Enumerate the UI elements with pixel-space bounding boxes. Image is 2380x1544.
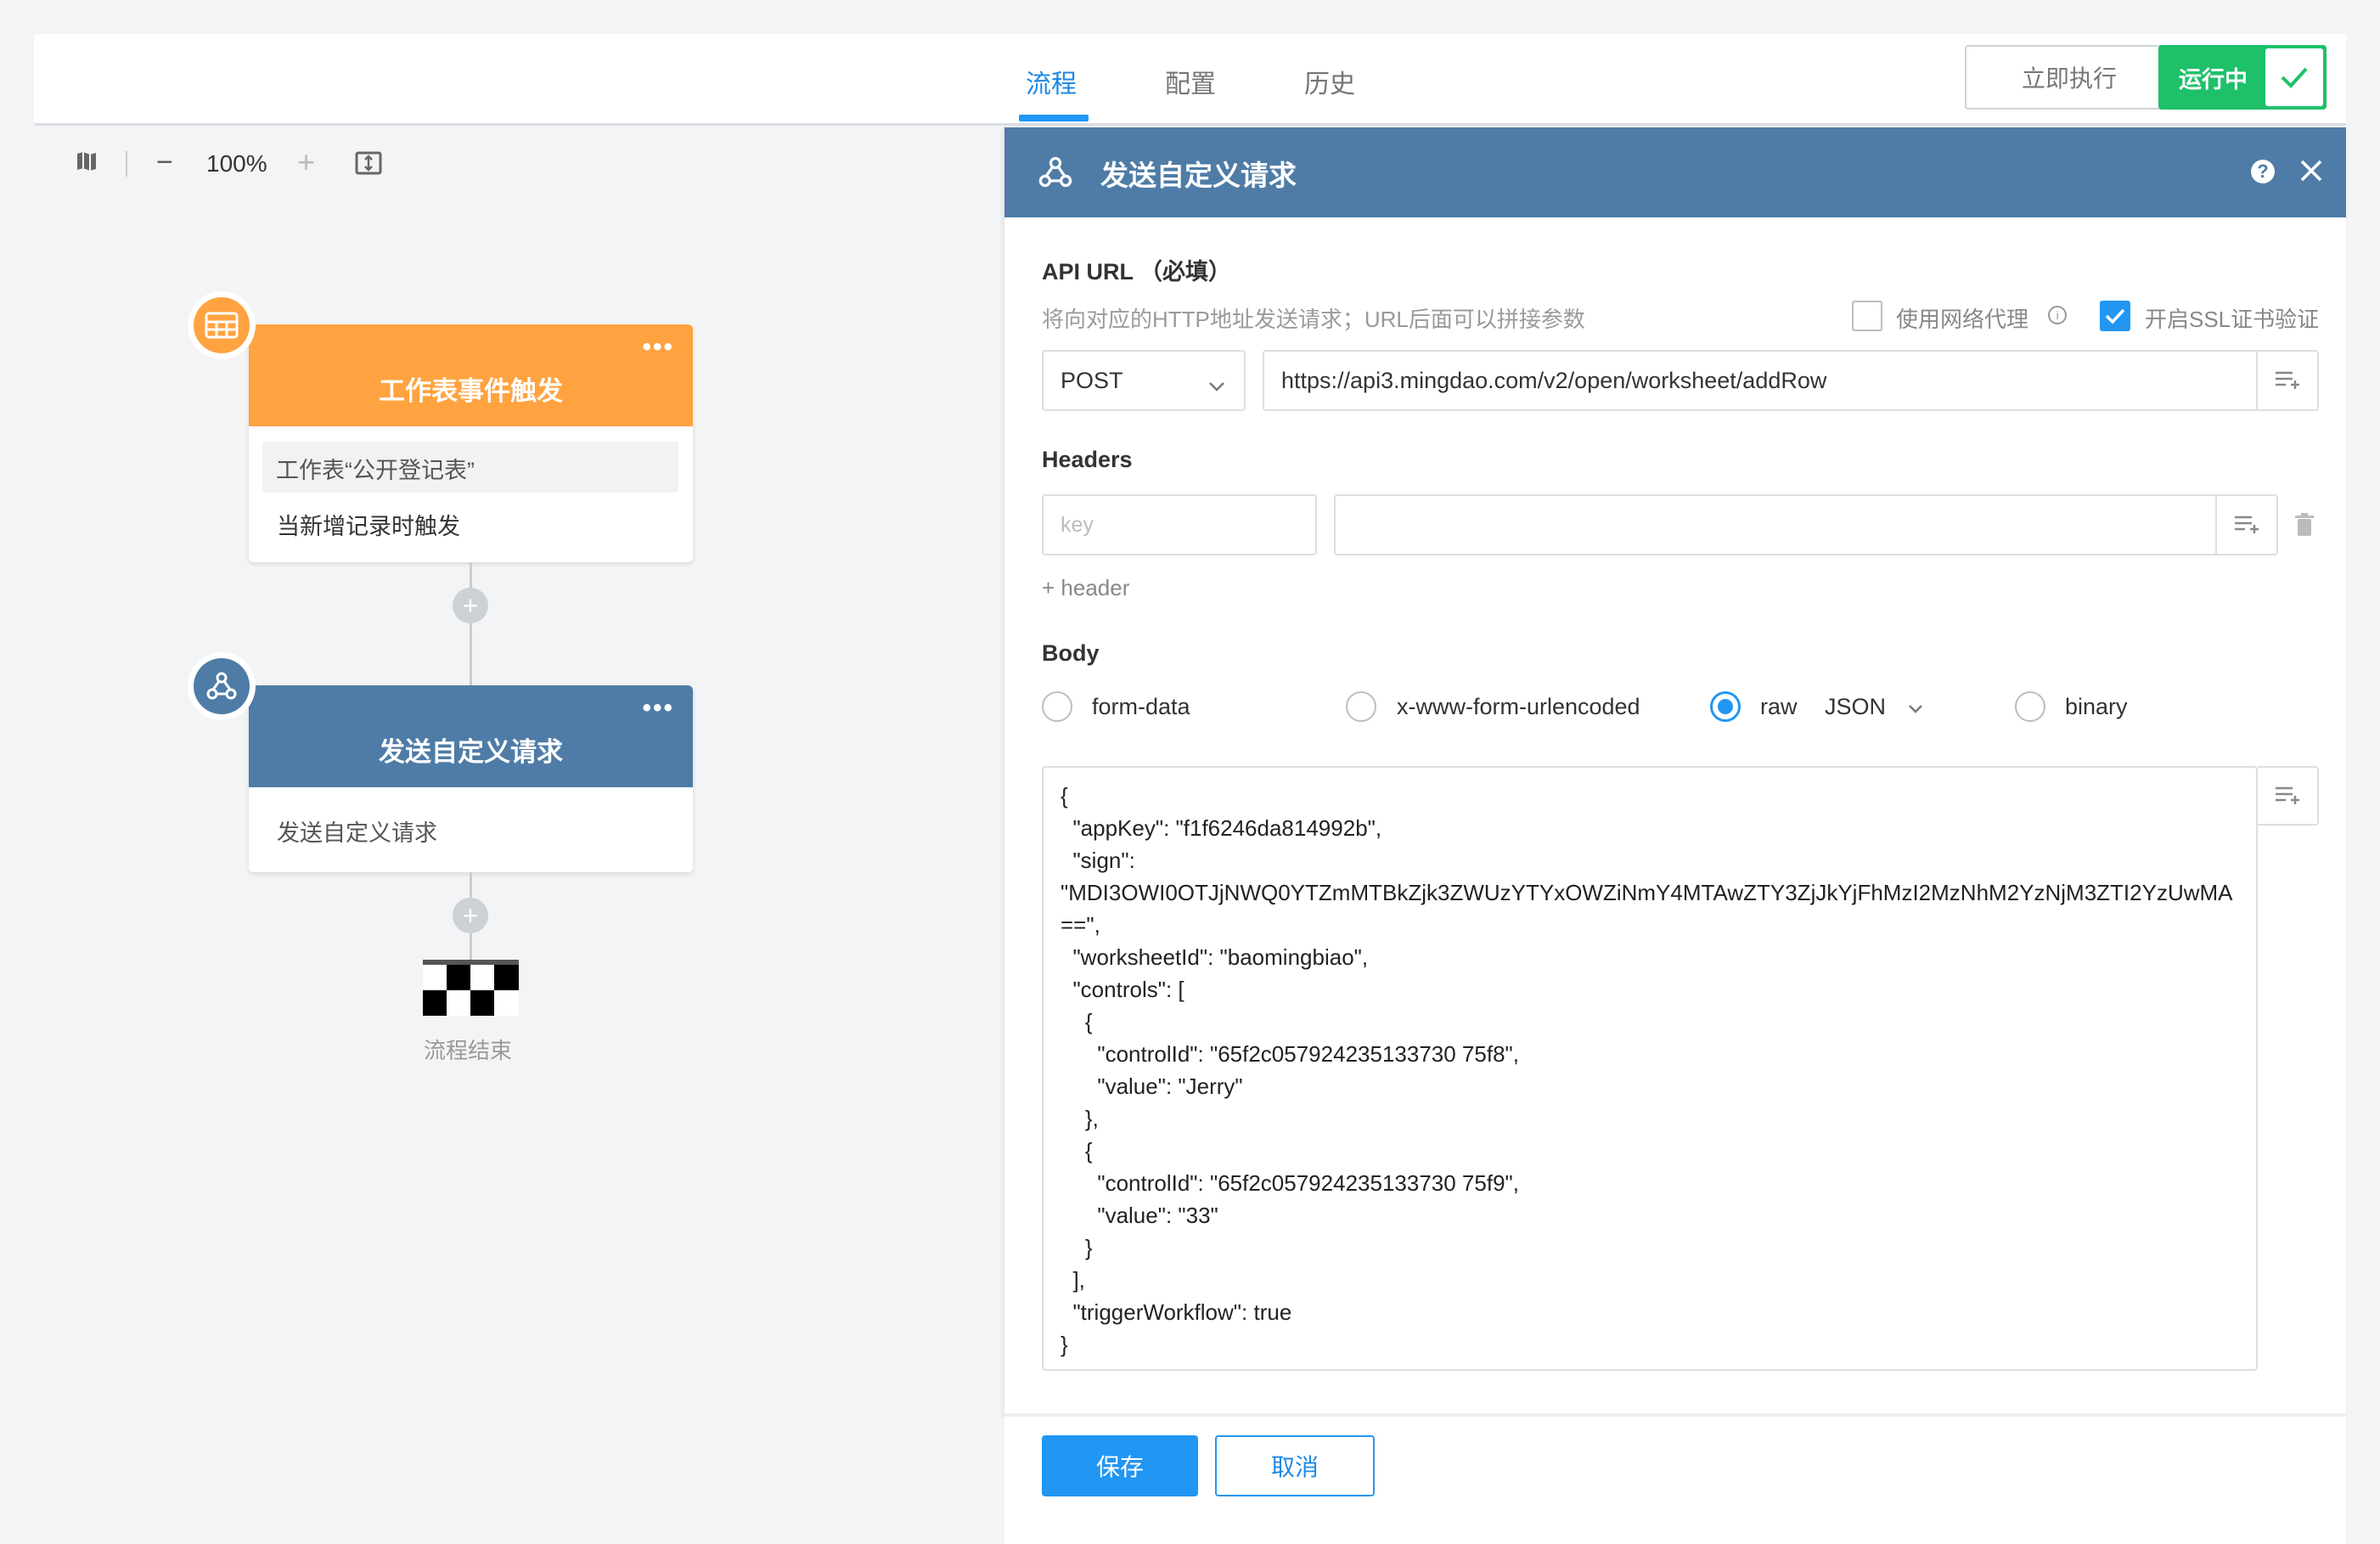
trigger-node-title: 工作表事件触发 <box>379 375 563 406</box>
method-select[interactable]: POST <box>1042 350 1246 411</box>
add-node-plus-icon[interactable]: + <box>453 898 488 933</box>
chevron-down-icon <box>1208 372 1225 398</box>
tab-flow[interactable]: 流程 <box>1026 63 1077 100</box>
raw-label: raw <box>1760 694 1798 719</box>
webhook-icon <box>1037 154 1074 195</box>
running-status-label: 运行中 <box>2179 66 2248 93</box>
request-node-desc: 发送自定义请求 <box>277 820 437 846</box>
save-button[interactable]: 保存 <box>1042 1435 1198 1496</box>
body-editor[interactable]: { "appKey": "f1f6246da814992b", "sign": … <box>1042 766 2258 1371</box>
info-icon[interactable]: i <box>2048 306 2067 324</box>
api-url-hint: 将向对应的HTTP地址发送请求；URL后面可以拼接参数 <box>1042 307 1585 332</box>
radio-raw[interactable] <box>1710 691 1741 722</box>
insert-field-icon[interactable] <box>2258 766 2319 826</box>
trigger-node[interactable]: 工作表事件触发 ••• 工作表“公开登记表” 当新增记录时触发 <box>249 324 693 562</box>
proxy-checkbox[interactable] <box>1852 301 1882 331</box>
add-node-plus-icon[interactable]: + <box>453 588 488 623</box>
add-header-link[interactable]: + header <box>1042 575 1129 601</box>
body-label: Body <box>1042 640 1100 666</box>
request-node-icon <box>188 652 256 720</box>
radio-binary[interactable] <box>2015 691 2045 722</box>
chevron-down-icon <box>1908 705 1922 713</box>
body-json-text: { "appKey": "f1f6246da814992b", "sign": … <box>1061 783 2233 1357</box>
raw-type-select[interactable]: JSON <box>1825 694 1923 720</box>
canvas-toolbar: − 100% + <box>75 143 397 187</box>
headers-label: Headers <box>1042 447 1133 472</box>
proxy-label: 使用网络代理 <box>1896 307 2029 332</box>
running-toggle[interactable]: 运行中 <box>2158 45 2327 110</box>
ssl-checkbox[interactable] <box>2100 301 2130 331</box>
request-node-title: 发送自定义请求 <box>379 736 563 767</box>
fit-screen-icon[interactable] <box>355 151 382 179</box>
radio-form-data[interactable] <box>1042 691 1072 722</box>
trigger-node-condition: 当新增记录时触发 <box>277 514 460 539</box>
zoom-level: 100% <box>206 150 267 177</box>
table-icon <box>205 312 239 339</box>
close-icon[interactable] <box>2298 158 2324 188</box>
zoom-out-icon[interactable]: − <box>156 146 173 179</box>
connector-line <box>470 562 472 688</box>
url-input[interactable]: https://api3.mingdao.com/v2/open/workshe… <box>1263 350 2319 411</box>
binary-label: binary <box>2065 694 2128 719</box>
tab-config[interactable]: 配置 <box>1165 63 1216 100</box>
more-icon[interactable]: ••• <box>642 333 674 362</box>
radio-urlencoded[interactable] <box>1346 691 1376 722</box>
form-data-label: form-data <box>1092 694 1190 719</box>
tab-history[interactable]: 历史 <box>1304 63 1355 100</box>
footer-bar <box>1004 1417 2346 1544</box>
help-icon[interactable]: ? <box>2251 160 2275 183</box>
insert-field-icon[interactable] <box>2215 496 2276 554</box>
more-icon[interactable]: ••• <box>642 694 674 723</box>
map-icon[interactable] <box>75 149 98 173</box>
active-tab-indicator <box>1019 115 1089 121</box>
check-icon <box>2265 48 2323 106</box>
header-key-input[interactable]: key <box>1042 494 1317 555</box>
trigger-node-worksheet: 工作表“公开登记表” <box>262 442 678 493</box>
finish-flag-icon <box>423 960 519 1016</box>
request-node[interactable]: 发送自定义请求 ••• 发送自定义请求 <box>249 685 693 872</box>
trigger-node-icon <box>188 291 256 359</box>
trash-icon[interactable] <box>2295 513 2314 541</box>
header-value-input[interactable] <box>1334 494 2278 555</box>
ssl-label: 开启SSL证书验证 <box>2145 307 2320 332</box>
insert-field-icon[interactable] <box>2256 352 2317 409</box>
cancel-button[interactable]: 取消 <box>1215 1435 1375 1496</box>
panel-header: 发送自定义请求 ? <box>1004 127 2346 217</box>
flow-end-label: 流程结束 <box>424 1038 513 1063</box>
zoom-in-icon[interactable]: + <box>297 144 315 180</box>
toolbar-divider <box>126 151 127 177</box>
request-config-panel: 发送自定义请求 ? API URL （必填） 将向对应的HTTP地址发送请求；U… <box>1004 127 2346 1417</box>
api-url-label: API URL （必填） <box>1042 259 1232 285</box>
panel-title: 发送自定义请求 <box>1100 160 1297 191</box>
top-bar: 流程 配置 历史 立即执行 运行中 <box>34 34 2346 126</box>
urlencoded-label: x-www-form-urlencoded <box>1397 694 1640 719</box>
run-now-button[interactable]: 立即执行 <box>1965 45 2174 110</box>
webhook-icon <box>206 672 237 700</box>
